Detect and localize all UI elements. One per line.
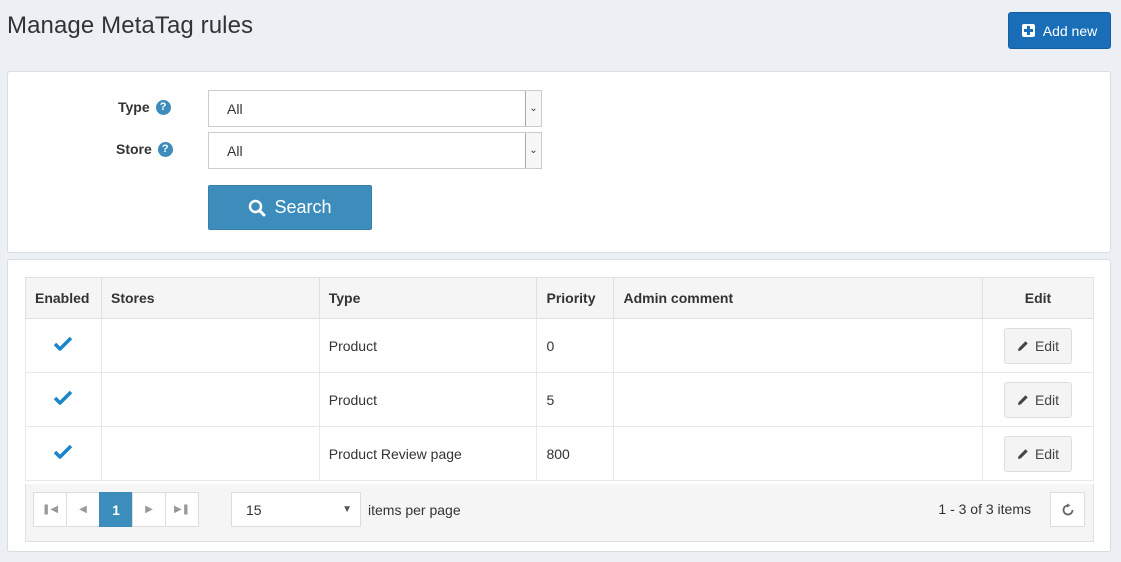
table-row: Product Review page 800 Edit — [25, 426, 1094, 481]
store-label: Store — [116, 141, 152, 157]
column-header-type[interactable]: Type — [318, 277, 538, 319]
comment-cell — [613, 318, 983, 373]
search-button[interactable]: Search — [208, 185, 372, 230]
column-header-edit: Edit — [982, 277, 1094, 319]
type-select-value: All — [227, 100, 243, 117]
store-select[interactable]: All ⌄ — [208, 132, 542, 169]
edit-cell: Edit — [982, 426, 1094, 481]
next-page-icon[interactable]: ▶ — [132, 492, 166, 527]
pencil-icon — [1017, 394, 1028, 405]
caret-down-icon: ▼ — [342, 504, 352, 515]
last-page-icon[interactable]: ▶❚ — [165, 492, 199, 527]
stores-cell — [100, 372, 320, 427]
store-label-group: Store ? — [116, 141, 173, 157]
type-label-group: Type ? — [118, 99, 171, 115]
first-page-icon[interactable]: ❚◀ — [33, 492, 67, 527]
pencil-icon — [1017, 340, 1028, 351]
add-new-label: Add new — [1042, 22, 1098, 39]
edit-label: Edit — [1034, 337, 1060, 354]
pager: ❚◀ ◀ 1 ▶ ▶❚ 15 ▼ items per page 1 - 3 of… — [25, 484, 1094, 542]
edit-cell: Edit — [982, 318, 1094, 373]
table-header-row: Enabled Stores Type Priority Admin comme… — [25, 277, 1094, 319]
refresh-icon — [1062, 503, 1073, 515]
page-size-select[interactable]: 15 ▼ — [231, 492, 361, 527]
page-size-value: 15 — [246, 501, 262, 518]
edit-button[interactable]: Edit — [1003, 435, 1073, 472]
check-icon — [54, 336, 73, 351]
page-title: Manage MetaTag rules — [7, 12, 254, 39]
edit-button[interactable]: Edit — [1003, 327, 1073, 364]
pager-info: 1 - 3 of 3 items — [938, 501, 1031, 517]
comment-cell — [613, 426, 983, 481]
items-per-page-label: items per page — [368, 502, 461, 518]
store-select-value: All — [227, 142, 243, 159]
check-icon — [54, 390, 73, 405]
type-cell: Product — [318, 318, 538, 373]
help-icon[interactable]: ? — [155, 99, 171, 115]
plus-square-icon — [1021, 24, 1035, 37]
page-button-current[interactable]: 1 — [99, 492, 133, 527]
type-cell: Product Review page — [318, 426, 538, 481]
type-label: Type — [118, 99, 150, 115]
add-new-button[interactable]: Add new — [1008, 12, 1111, 49]
column-header-stores[interactable]: Stores — [100, 277, 320, 319]
help-icon[interactable]: ? — [157, 141, 173, 157]
edit-label: Edit — [1034, 391, 1060, 408]
enabled-cell — [25, 372, 102, 427]
priority-cell: 800 — [536, 426, 615, 481]
stores-cell — [100, 318, 320, 373]
search-button-label: Search — [274, 197, 332, 217]
table-row: Product 0 Edit — [25, 318, 1094, 373]
column-header-admin-comment[interactable]: Admin comment — [613, 277, 983, 319]
chevron-down-icon: ⌄ — [525, 133, 541, 168]
prev-page-icon[interactable]: ◀ — [66, 492, 100, 527]
enabled-cell — [25, 426, 102, 481]
check-icon — [54, 444, 73, 459]
edit-button[interactable]: Edit — [1003, 381, 1073, 418]
column-header-priority[interactable]: Priority — [536, 277, 615, 319]
rules-table: Enabled Stores Type Priority Admin comme… — [25, 277, 1094, 481]
refresh-button[interactable] — [1050, 492, 1085, 527]
search-icon — [249, 199, 266, 216]
type-select[interactable]: All ⌄ — [208, 90, 542, 127]
chevron-down-icon: ⌄ — [525, 91, 541, 126]
pencil-icon — [1017, 448, 1028, 459]
stores-cell — [100, 426, 320, 481]
type-cell: Product — [318, 372, 538, 427]
column-header-enabled[interactable]: Enabled — [25, 277, 102, 319]
table-row: Product 5 Edit — [25, 372, 1094, 427]
grid-panel: Enabled Stores Type Priority Admin comme… — [7, 259, 1111, 552]
priority-cell: 0 — [536, 318, 615, 373]
comment-cell — [613, 372, 983, 427]
edit-label: Edit — [1034, 445, 1060, 462]
pagination: ❚◀ ◀ 1 ▶ ▶❚ — [33, 492, 199, 527]
edit-cell: Edit — [982, 372, 1094, 427]
priority-cell: 5 — [536, 372, 615, 427]
enabled-cell — [25, 318, 102, 373]
search-panel: Type ? All ⌄ Store ? All ⌄ Search — [7, 71, 1111, 253]
